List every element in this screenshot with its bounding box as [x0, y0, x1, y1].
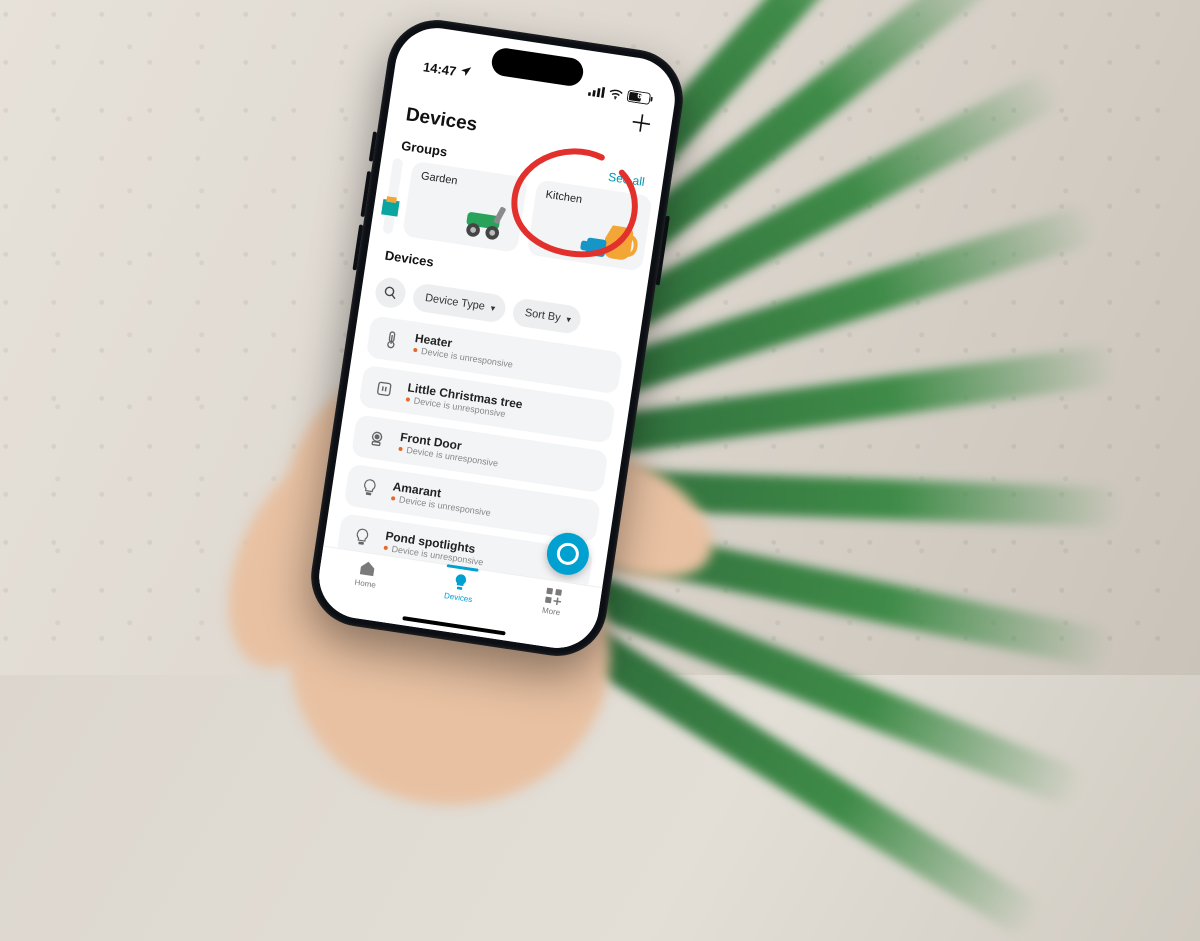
thermometer-icon [379, 327, 404, 352]
bulb-icon [451, 572, 469, 592]
chevron-down-icon: ▾ [490, 302, 496, 314]
tab-more[interactable]: More [516, 582, 590, 621]
bulb-icon [350, 525, 375, 550]
group-card-partial[interactable] [382, 158, 403, 235]
battery-icon: 60 [626, 90, 654, 109]
bulb-icon [357, 475, 382, 500]
group-label: Garden [420, 170, 458, 187]
groups-heading: Groups [400, 138, 448, 160]
filter-device-type[interactable]: Device Type ▾ [411, 282, 507, 323]
search-button[interactable] [373, 276, 407, 310]
search-icon [383, 285, 399, 301]
alexa-icon [555, 541, 580, 566]
kitchenware-icon [579, 215, 643, 267]
add-button[interactable]: ＋ [627, 111, 654, 138]
location-icon [459, 65, 473, 82]
devices-heading: Devices [384, 248, 435, 270]
chevron-down-icon: ▾ [566, 314, 572, 326]
home-icon [357, 558, 377, 578]
status-time: 14:47 [422, 59, 457, 79]
see-all-link[interactable]: See all [607, 170, 645, 189]
lawnmower-icon [454, 196, 518, 248]
group-label: Kitchen [545, 189, 583, 206]
filter-sort-by[interactable]: Sort By ▾ [511, 297, 583, 335]
plug-icon [372, 376, 397, 401]
wifi-icon [607, 87, 624, 104]
cellular-icon [587, 84, 605, 101]
camera-icon [364, 426, 389, 451]
tab-devices[interactable]: Devices [423, 568, 497, 607]
tab-home[interactable]: Home [330, 554, 404, 593]
more-grid-icon [543, 586, 563, 606]
